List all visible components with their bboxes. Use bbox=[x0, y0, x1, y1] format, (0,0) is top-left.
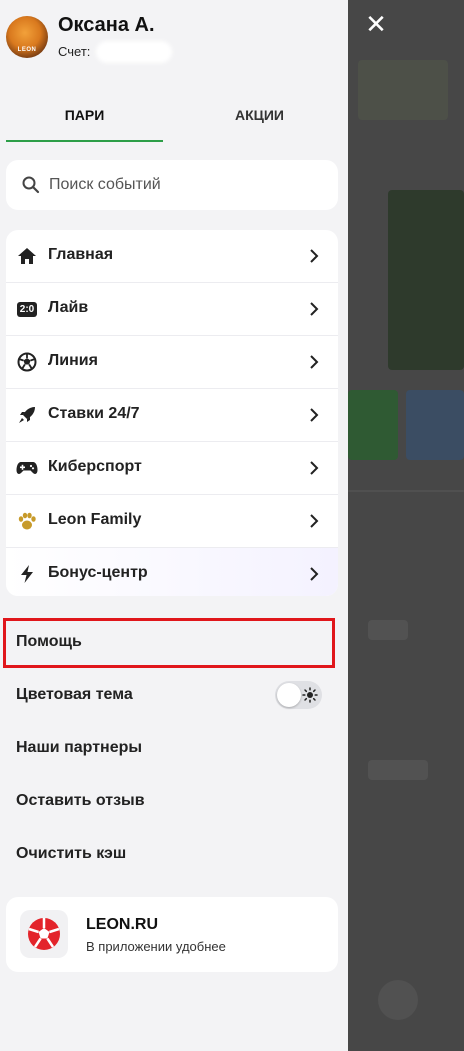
feedback-link[interactable]: Оставить отзыв bbox=[0, 775, 348, 828]
soccer-ball-icon bbox=[16, 351, 38, 373]
menu-item-home[interactable]: Главная bbox=[6, 230, 338, 283]
menu-item-live[interactable]: 2:0 Лайв bbox=[6, 283, 338, 336]
app-promo-subtitle: В приложении удобнее bbox=[86, 939, 226, 954]
app-logo-icon bbox=[20, 910, 68, 958]
live-score-icon: 2:0 bbox=[16, 298, 38, 320]
chevron-right-icon bbox=[310, 302, 319, 316]
gamepad-icon bbox=[16, 457, 38, 479]
toggle-knob bbox=[277, 683, 301, 707]
lightning-icon bbox=[16, 563, 38, 585]
search-input[interactable]: Поиск событий bbox=[6, 160, 338, 210]
menu-item-label: Leon Family bbox=[48, 511, 142, 528]
chevron-right-icon bbox=[310, 514, 319, 528]
user-name: Оксана А. bbox=[58, 14, 155, 36]
help-label: Помощь bbox=[16, 633, 82, 650]
secondary-links: Помощь Цветовая тема Наши партнеры Остав… bbox=[0, 616, 348, 881]
feedback-label: Оставить отзыв bbox=[16, 792, 145, 809]
menu-item-label: Лайв bbox=[48, 299, 89, 316]
chevron-right-icon bbox=[310, 355, 319, 369]
rocket-icon bbox=[16, 404, 38, 426]
avatar[interactable]: LEON bbox=[6, 16, 48, 58]
home-icon bbox=[16, 245, 38, 267]
help-link[interactable]: Помощь bbox=[0, 616, 348, 669]
clear-cache-link[interactable]: Очистить кэш bbox=[0, 828, 348, 881]
partners-link[interactable]: Наши партнеры bbox=[0, 722, 348, 775]
menu-item-label: Главная bbox=[48, 246, 114, 263]
avatar-logo: LEON bbox=[17, 47, 37, 53]
menu-item-esports[interactable]: Киберспорт bbox=[6, 442, 338, 495]
color-theme-row: Цветовая тема bbox=[0, 669, 348, 722]
chevron-right-icon bbox=[310, 249, 319, 263]
sun-icon bbox=[302, 687, 318, 703]
user-header: LEON Оксана А. Счет: bbox=[0, 0, 348, 82]
menu-item-bonus-center[interactable]: Бонус-центр bbox=[6, 548, 338, 596]
close-icon[interactable]: ✕ bbox=[362, 10, 390, 38]
color-theme-label: Цветовая тема bbox=[16, 686, 133, 703]
app-promo-title: LEON.RU bbox=[86, 916, 158, 933]
theme-toggle[interactable] bbox=[275, 681, 322, 709]
clear-cache-label: Очистить кэш bbox=[16, 845, 127, 862]
menu-item-leon-family[interactable]: Leon Family bbox=[6, 495, 338, 548]
search-icon bbox=[22, 176, 40, 194]
chevron-right-icon bbox=[310, 408, 319, 422]
live-score-text: 2:0 bbox=[16, 301, 38, 317]
account-value-hidden bbox=[96, 41, 172, 63]
paw-icon bbox=[16, 510, 38, 532]
side-drawer: LEON Оксана А. Счет: ПАРИ АКЦИИ Поиск со… bbox=[0, 0, 348, 1051]
chevron-right-icon bbox=[310, 567, 319, 581]
menu-item-label: Бонус-центр bbox=[48, 564, 148, 581]
menu-item-bets-247[interactable]: Ставки 24/7 bbox=[6, 389, 338, 442]
menu-item-label: Линия bbox=[48, 352, 98, 369]
menu-item-label: Ставки 24/7 bbox=[48, 405, 140, 422]
tab-promotions[interactable]: АКЦИИ bbox=[181, 94, 338, 140]
main-menu: Главная 2:0 Лайв Линия Ставки 24/7 Кибер… bbox=[6, 230, 338, 596]
menu-item-label: Киберспорт bbox=[48, 458, 142, 475]
page-backdrop[interactable] bbox=[348, 0, 464, 1051]
app-promo-card[interactable]: LEON.RU В приложении удобнее bbox=[6, 897, 338, 972]
tab-bets[interactable]: ПАРИ bbox=[6, 94, 163, 142]
account-label: Счет: bbox=[58, 44, 91, 59]
tab-bar: ПАРИ АКЦИИ bbox=[6, 94, 338, 142]
search-placeholder: Поиск событий bbox=[49, 176, 161, 193]
partners-label: Наши партнеры bbox=[16, 739, 143, 756]
chevron-right-icon bbox=[310, 461, 319, 475]
menu-item-line[interactable]: Линия bbox=[6, 336, 338, 389]
